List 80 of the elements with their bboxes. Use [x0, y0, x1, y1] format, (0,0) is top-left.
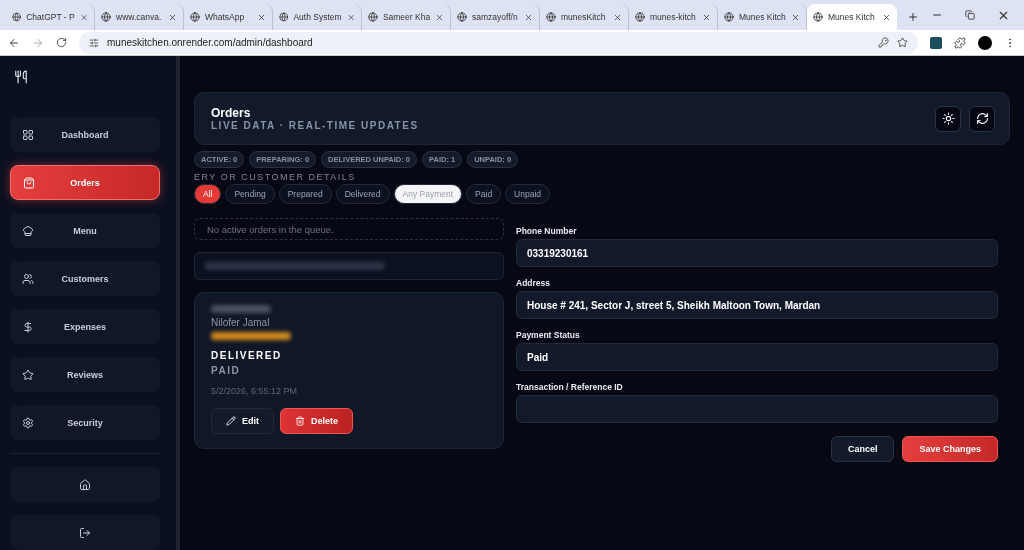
close-icon[interactable]: [257, 12, 266, 22]
field-label: Phone Number: [516, 226, 578, 236]
page-subtitle: LIVE DATA · REAL-TIME UPDATES: [211, 120, 420, 131]
refresh-button[interactable]: [969, 105, 995, 132]
nav-item[interactable]: Customers: [10, 261, 160, 296]
globe-icon: [101, 12, 111, 22]
input-field[interactable]: 03319230161: [516, 239, 998, 267]
close-icon[interactable]: [435, 12, 444, 22]
filter-pill[interactable]: All: [194, 184, 222, 204]
globe-icon: [12, 12, 22, 22]
filter-pill[interactable]: Unpaid: [505, 184, 551, 204]
nav-item[interactable]: Dashboard: [10, 117, 160, 152]
utensils-icon: [14, 70, 28, 84]
close-icon[interactable]: [524, 12, 533, 22]
input-field[interactable]: [516, 395, 998, 423]
globe-icon: [546, 12, 556, 22]
nav-item[interactable]: Security: [10, 405, 160, 440]
close-icon[interactable]: [168, 12, 177, 22]
nav-item[interactable]: Expenses: [10, 309, 160, 344]
field-label: Transaction / Reference ID: [516, 382, 624, 392]
globe-icon: [724, 12, 734, 22]
close-icon[interactable]: [791, 12, 800, 22]
empty-state: No active orders in the queue.: [194, 218, 504, 240]
input-field[interactable]: Paid: [516, 343, 998, 371]
grid-icon: [22, 128, 34, 141]
reload-icon[interactable]: [56, 37, 67, 48]
globe-icon: [813, 12, 823, 22]
globe-icon: [368, 12, 378, 22]
profile-avatar[interactable]: [978, 35, 992, 50]
order-status: DELIVERED: [211, 350, 283, 361]
pencil-icon: [226, 416, 236, 426]
sun-icon: [941, 112, 955, 125]
close-icon[interactable]: [702, 12, 711, 22]
extension-icon[interactable]: [930, 36, 942, 49]
puzzle-icon[interactable]: [954, 36, 966, 49]
input-field[interactable]: House # 241, Sector J, street 5, Sheikh Maltoon Town, Mardan: [516, 291, 998, 319]
section-heading: ERY OR CUSTOMER DETAILS: [194, 172, 357, 182]
filter-pill[interactable]: Paid: [466, 184, 502, 204]
site-settings-icon[interactable]: [89, 37, 99, 48]
back-icon[interactable]: [8, 36, 20, 49]
refresh-icon: [975, 112, 989, 125]
nav-item[interactable]: Reviews: [10, 357, 160, 392]
theme-button[interactable]: [935, 105, 961, 132]
bag-icon: [23, 176, 35, 189]
edit-button[interactable]: Edit: [211, 408, 274, 434]
filter-pill[interactable]: Prepared: [278, 184, 332, 204]
close-icon[interactable]: [882, 12, 891, 22]
key-icon[interactable]: [878, 37, 889, 48]
dollar-icon: [22, 320, 34, 333]
page-title: Orders: [211, 106, 252, 120]
filter-pill[interactable]: Delivered: [335, 184, 390, 204]
address-bar[interactable]: muneskitchen.onrender.com/admin/dashboard: [79, 31, 918, 54]
home-icon: [79, 478, 91, 491]
save-button[interactable]: Save Changes: [902, 436, 998, 462]
delete-button[interactable]: Delete: [280, 408, 353, 434]
new-tab-icon[interactable]: [907, 11, 919, 23]
order-time: 5/2/2026, 6:55:12 PM: [211, 386, 299, 396]
close-icon[interactable]: [613, 12, 622, 22]
globe-icon: [279, 12, 289, 22]
trash-icon: [295, 416, 305, 426]
globe-icon: [457, 12, 467, 22]
logout-icon: [79, 526, 91, 539]
settings-icon: [22, 416, 34, 429]
field-label: Payment Status: [516, 330, 581, 340]
chef-hat-icon: [22, 224, 34, 237]
field-label: Address: [516, 278, 551, 288]
nav-item[interactable]: Orders: [10, 165, 160, 200]
globe-icon: [190, 12, 200, 22]
globe-icon: [635, 12, 645, 22]
payment-status: PAID: [211, 365, 242, 376]
cancel-button[interactable]: Cancel: [830, 436, 895, 462]
filter-pill[interactable]: Pending: [225, 184, 275, 204]
nav-item[interactable]: Menu: [10, 213, 160, 248]
star-icon: [22, 368, 34, 381]
browser-tab[interactable]: Munes Kitch: [807, 4, 897, 30]
blurred-text: [211, 305, 271, 313]
customer-name: Nilofer Jamal: [211, 317, 271, 328]
restore-icon[interactable]: [965, 10, 975, 20]
bookmark-icon[interactable]: [897, 37, 908, 48]
users-icon: [22, 272, 34, 285]
